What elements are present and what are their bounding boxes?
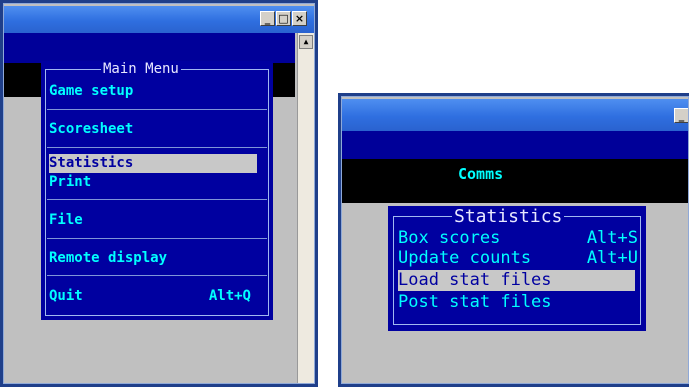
menu-item-label: Quit <box>49 288 83 304</box>
menu-divider <box>47 147 267 148</box>
main-menu: Main Menu Game setup Scoresheet Statisti… <box>41 61 273 320</box>
minimize-button[interactable]: _ <box>674 108 689 123</box>
menu-item-label: File <box>49 212 83 228</box>
menu-item-label: Scoresheet <box>49 121 134 137</box>
right-window-titlebar: _ <box>341 99 689 131</box>
menu-item-game-setup[interactable]: Game setup <box>49 81 265 101</box>
statistics-menu: Statistics Box scores Alt+S Update count… <box>388 206 646 331</box>
menu-item-remote-display[interactable]: Remote display <box>49 248 265 268</box>
minimize-button[interactable]: _ <box>260 11 275 26</box>
menu-item-label: Post stat files <box>398 292 552 312</box>
vertical-scrollbar[interactable]: ▲ <box>297 33 315 384</box>
close-button[interactable]: × <box>292 11 307 26</box>
left-blue-bar <box>3 33 295 63</box>
menu-item-label: Box scores <box>398 228 501 248</box>
menu-item-quit[interactable]: Quit Alt+Q <box>49 286 265 306</box>
menu-item-label: Load stat files <box>398 270 552 290</box>
menu-item-box-scores[interactable]: Box scores Alt+S <box>398 228 638 249</box>
menu-item-shortcut: Alt+S <box>586 228 638 248</box>
menu-divider <box>47 109 267 110</box>
menu-item-update-counts[interactable]: Update counts Alt+U <box>398 248 638 269</box>
menu-divider <box>47 199 267 200</box>
menu-item-scoresheet[interactable]: Scoresheet <box>49 119 265 139</box>
statistics-menu-title: Statistics <box>452 206 565 227</box>
menu-item-label: Print <box>49 174 92 190</box>
menu-item-label: Update counts <box>398 248 532 268</box>
menu-item-post-stat-files[interactable]: Post stat files <box>398 292 638 313</box>
menu-item-statistics[interactable]: Statistics <box>49 154 257 173</box>
comms-label: Comms <box>458 165 504 183</box>
right-window: _ Comms Statistics Box scores Alt+S Upda… <box>338 93 689 387</box>
menu-item-label: Statistics <box>49 155 134 171</box>
menu-item-shortcut: Alt+Q <box>208 288 251 304</box>
menu-item-print[interactable]: Print <box>49 173 265 191</box>
menu-divider <box>47 238 267 239</box>
menu-item-label: Remote display <box>49 250 168 266</box>
menu-divider <box>47 275 267 276</box>
menu-item-label: Game setup <box>49 83 134 99</box>
left-window-titlebar: _ □ × <box>3 6 315 33</box>
scroll-up-icon[interactable]: ▲ <box>299 35 313 49</box>
left-window: _ □ × ▲ Main Menu Game setup Scoresheet … <box>0 0 318 387</box>
main-menu-title: Main Menu <box>101 61 181 77</box>
menu-item-load-stat-files[interactable]: Load stat files <box>398 270 635 291</box>
right-black-bar: Comms <box>341 159 689 203</box>
menu-item-shortcut: Alt+U <box>586 248 638 268</box>
maximize-button[interactable]: □ <box>276 11 291 26</box>
menu-item-file[interactable]: File <box>49 210 265 230</box>
